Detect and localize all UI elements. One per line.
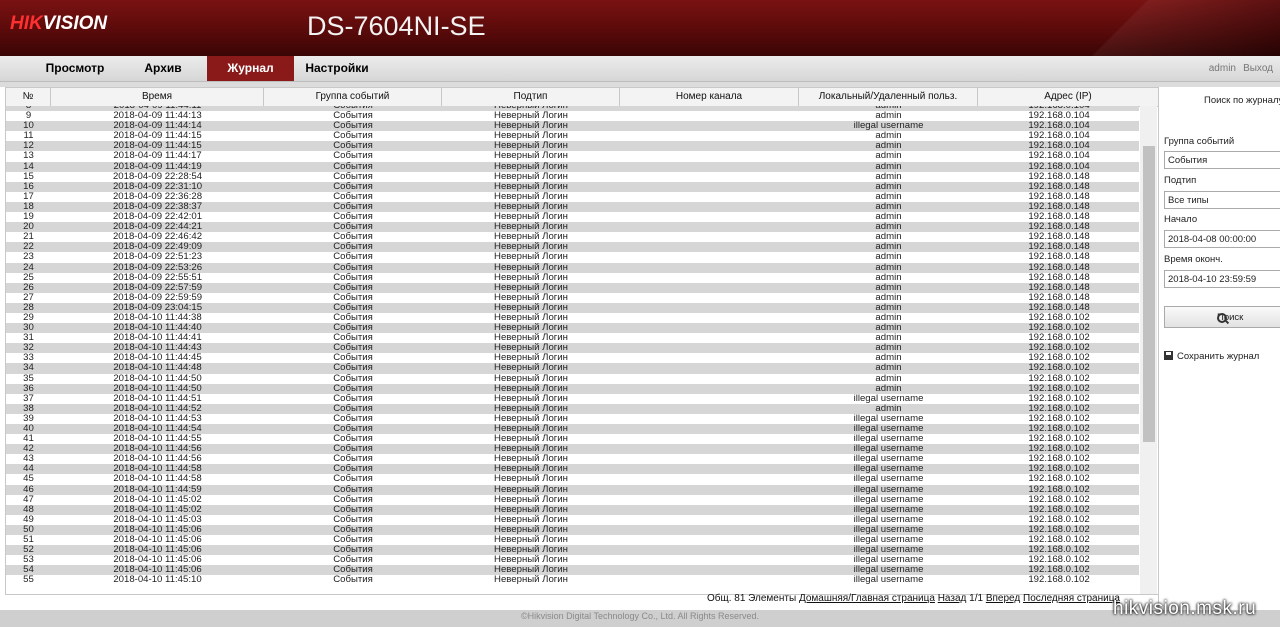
cell-time: 2018-04-10 11:45:10 [113,574,202,586]
cell-time: 2018-04-10 11:44:48 [113,362,202,374]
event-group-select[interactable]: События [1164,151,1280,169]
save-icon [1164,351,1173,360]
cell-ip: 192.168.0.148 [1028,261,1090,273]
cell-group: События [333,251,373,263]
log-rows: 82018-04-09 11:44:11СобытияНеверный Логи… [6,106,1139,586]
search-icon [1217,313,1227,323]
cell-number: 34 [23,362,34,374]
cell-subtype: Неверный Логин [494,473,568,485]
log-table: № Время Группа событий Подтип Номер кана… [5,87,1159,595]
column-header-group: Группа событий [264,88,442,106]
cell-user: admin [875,251,902,263]
cell-number: 23 [23,251,34,263]
cell-time: 2018-04-09 22:51:23 [112,251,203,263]
column-header-ip: Адрес (IP) [1044,91,1092,102]
column-header-number: № [6,88,51,106]
cell-user: admin [875,261,902,273]
cell-subtype: Неверный Логин [494,574,568,586]
tab-configuration[interactable]: Настройки [294,56,380,81]
cell-user: illegal username [853,574,924,586]
first-page-link[interactable]: Домашняя/Главная страница [799,593,935,604]
cell-number: 45 [23,473,34,485]
log-table-body: 82018-04-09 11:44:11СобытияНеверный Логи… [6,106,1139,594]
subtype-label: Подтип [1164,175,1197,186]
cell-subtype: Неверный Логин [494,362,568,374]
column-header-time: Время [51,88,264,106]
total-count: Общ. 81 Элементы [706,593,797,604]
cell-group: События [333,261,373,273]
tab-log[interactable]: Журнал [207,56,294,81]
copyright-text: ©Hikvision Digital Technology Co., Ltd. … [520,611,760,621]
last-page-link[interactable]: Последняя страница [1023,593,1120,604]
cell-subtype: Неверный Логин [494,251,568,263]
search-panel: Поиск по журналу Группа событий События … [1158,87,1280,610]
cell-subtype: Неверный Логин [494,261,568,273]
logout-link[interactable]: Выход [1243,56,1273,81]
column-header-subtype: Подтип [442,88,620,106]
hikvision-logo: HIKVISION [10,13,108,34]
cell-ip: 192.168.0.102 [1028,362,1090,374]
footer: ©Hikvision Digital Technology Co., Ltd. … [0,610,1280,627]
tab-live-view[interactable]: Просмотр [30,56,120,81]
cell-group: События [333,362,373,374]
main-menu: Просмотр Архив Журнал Настройки admin Вы… [0,56,1280,82]
cell-number: 13 [23,150,34,162]
column-header-user: Локальный/Удаленный польз. [799,88,978,106]
pagination: Общ. 81 Элементы Домашняя/Главная страни… [640,593,1120,607]
top-header: HIKVISION DS-7604NI-SE [0,0,1280,56]
log-scrollbar[interactable] [1140,106,1157,594]
cell-number: 24 [23,261,34,273]
save-log-label: Сохранить журнал [1177,351,1260,362]
prev-page-link[interactable]: Назад [938,593,967,604]
cell-ip: 192.168.0.102 [1028,574,1090,586]
cell-group: События [333,574,373,586]
tab-playback[interactable]: Архив [120,56,206,81]
cell-ip: 192.168.0.102 [1028,473,1090,485]
cell-subtype: Неверный Логин [494,150,568,162]
search-button[interactable]: Поиск [1164,306,1280,328]
cell-ip: 192.168.0.104 [1028,150,1090,162]
page-indicator: 1/1 [969,593,984,604]
search-panel-title: Поиск по журналу [1204,95,1280,106]
cell-user: illegal username [853,473,924,485]
end-time-input[interactable]: 2018-04-10 23:59:59 [1164,270,1280,288]
start-time-input[interactable]: 2018-04-08 00:00:00 [1164,230,1280,248]
cell-number: 55 [23,574,34,586]
cell-group: События [333,150,373,162]
current-user: admin [1208,63,1236,74]
save-log-button[interactable]: Сохранить журнал [1164,351,1259,362]
cell-group: События [333,473,373,485]
device-model-title: DS-7604NI-SE [307,11,486,41]
subtype-select[interactable]: Все типы [1164,191,1280,209]
table-row[interactable]: 55 2018-04-10 11:45:10 События Неверный Лог… [6,575,1139,585]
scrollbar-thumb[interactable] [1143,146,1155,442]
event-group-label: Группа событий [1164,136,1235,147]
header-decoration [1020,0,1280,56]
cell-user: admin [875,362,902,374]
cell-time: 2018-04-10 11:44:58 [113,473,202,485]
end-time-label: Время оконч. [1164,254,1223,265]
cell-user: admin [875,150,902,162]
log-table-header: № Время Группа событий Подтип Номер кана… [6,88,1158,107]
column-header-channel: Номер канала [620,88,799,106]
watermark-text: hikvision.msk.ru [1113,598,1257,619]
next-page-link[interactable]: Вперед [986,593,1020,604]
table-row[interactable]: 23 2018-04-09 22:51:23 События Неверный Лог… [6,252,1139,262]
start-time-label: Начало [1164,214,1198,225]
cell-time: 2018-04-09 22:53:26 [112,261,203,273]
cell-time: 2018-04-09 11:44:17 [113,150,202,162]
cell-ip: 192.168.0.148 [1028,251,1090,263]
